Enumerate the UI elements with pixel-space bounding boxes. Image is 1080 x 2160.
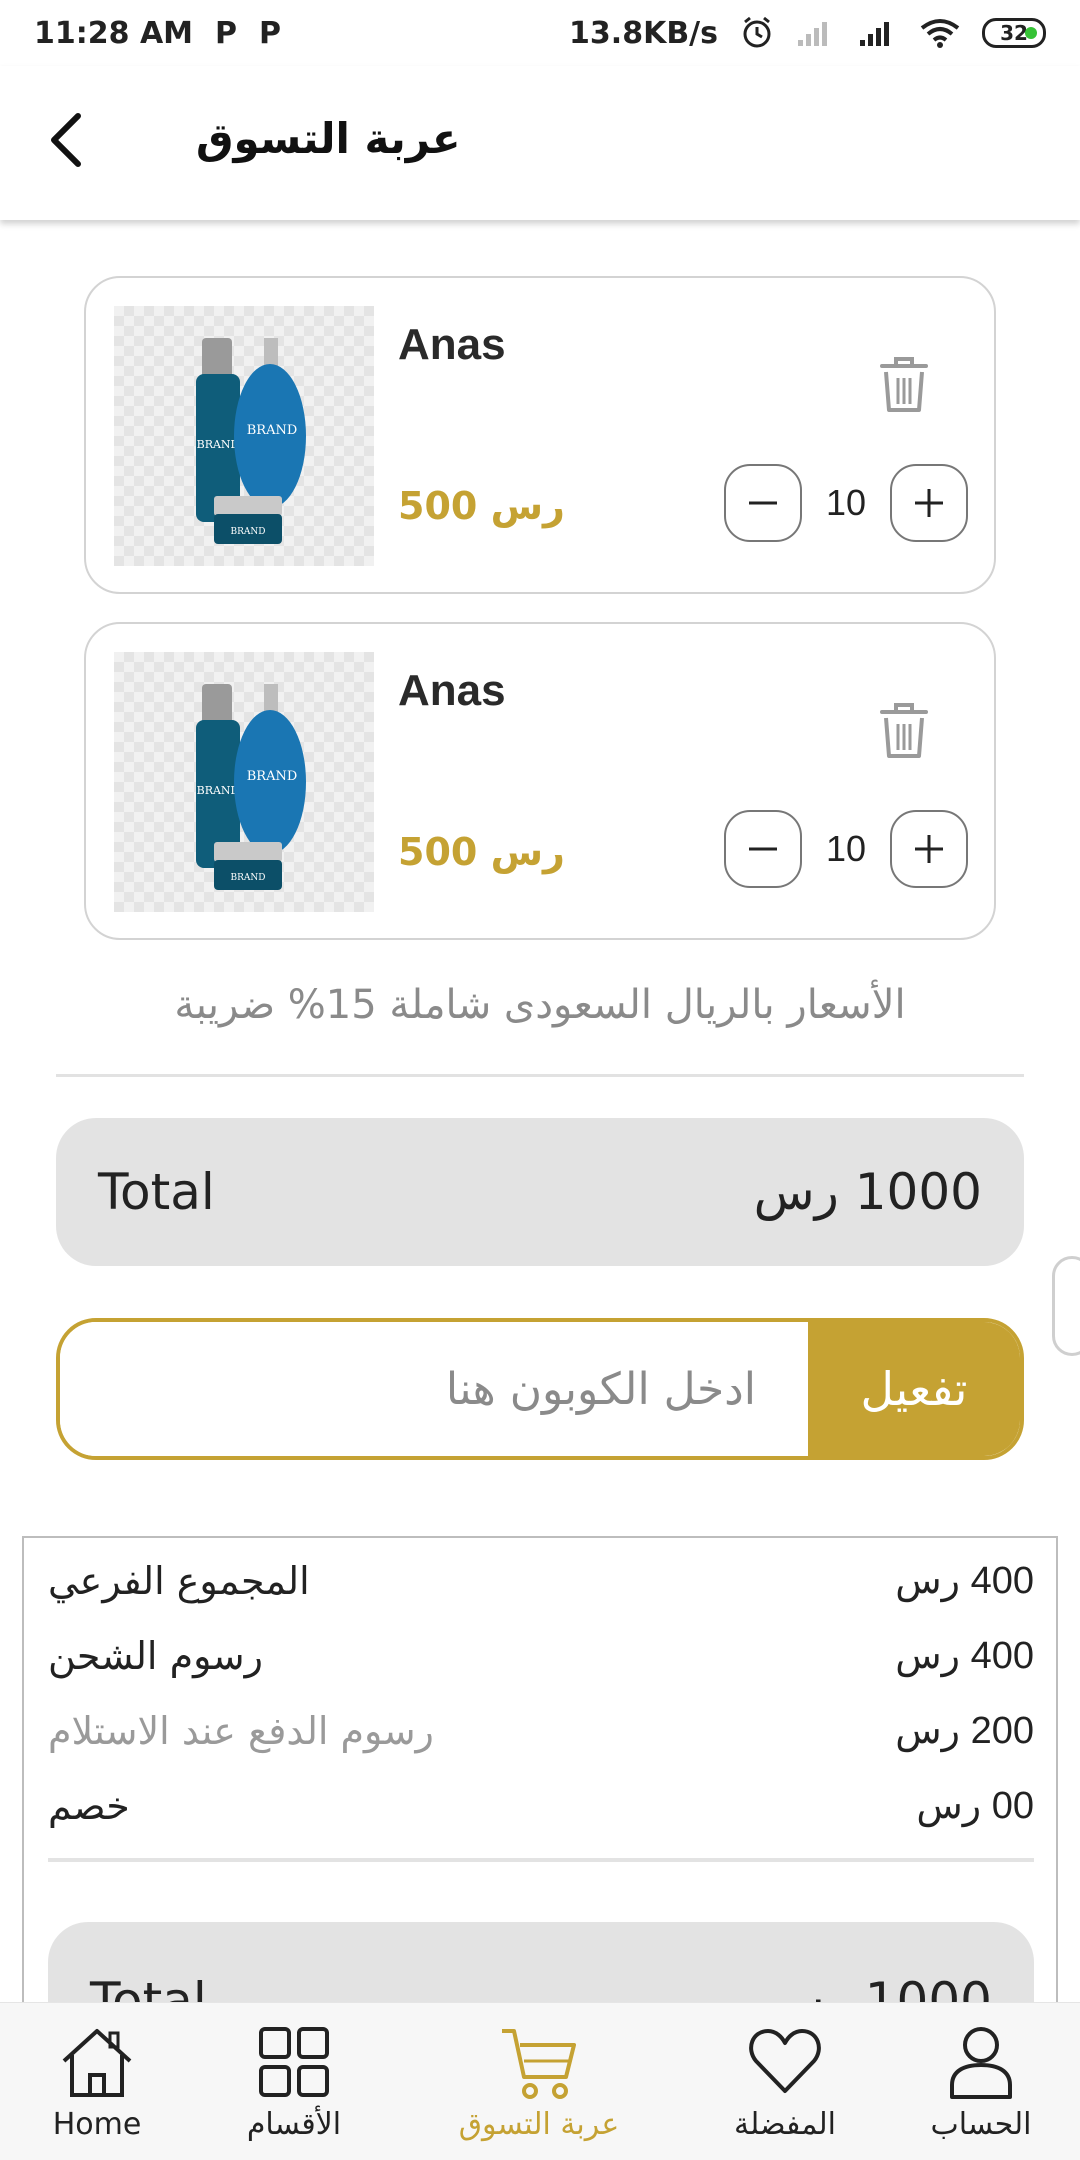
svg-text:BRAND: BRAND: [231, 873, 266, 883]
quantity-stepper: 10: [724, 810, 968, 888]
summary-row-subtotal: المجموع الفرعي 400 رس: [48, 1558, 1034, 1603]
nav-label: الحساب: [930, 2107, 1032, 2142]
summary-row-discount: خصم 00 رس: [48, 1783, 1034, 1828]
cart-item-card: BRAND BRAND BRAND Anas 500 رس 10: [84, 276, 996, 594]
quantity-stepper: 10: [724, 464, 968, 542]
svg-text:BRAND: BRAND: [197, 784, 240, 797]
status-left: 11:28 AM P P: [34, 16, 281, 51]
summary-value: 400 رس: [895, 1635, 1034, 1677]
signal-off-icon: [796, 18, 836, 48]
status-bar: 11:28 AM P P 13.8KB/s 32: [0, 0, 1080, 66]
back-button[interactable]: [36, 110, 96, 170]
alarm-icon: [740, 16, 774, 50]
svg-text:BRAND: BRAND: [231, 527, 266, 537]
scroll-handle[interactable]: [1052, 1256, 1080, 1356]
notification-p-icon: P: [259, 15, 282, 51]
nav-label: عربة التسوق: [458, 2107, 620, 2142]
decrease-button[interactable]: [724, 810, 802, 888]
nav-label: المفضلة: [733, 2107, 837, 2142]
svg-text:BRAND: BRAND: [197, 438, 240, 451]
nav-item-account[interactable]: الحساب: [886, 2021, 1076, 2151]
summary-label: المجموع الفرعي: [48, 1558, 310, 1603]
tax-note: الأسعار بالريال السعودى شاملة 15% ضريبة: [174, 982, 906, 1028]
plus-icon: [915, 489, 943, 517]
bottom-nav: Home الأقسام عربة التسوق المفضلة الحساب: [0, 2002, 1080, 2160]
nav-label: Home: [52, 2107, 142, 2142]
cart-total: Total 1000 رس: [56, 1118, 1024, 1266]
status-right: 13.8KB/s 32: [569, 16, 1046, 51]
svg-text:BRAND: BRAND: [247, 769, 298, 784]
trash-icon: [880, 703, 928, 758]
user-icon: [950, 2027, 1012, 2099]
delete-button[interactable]: [876, 352, 932, 416]
summary-label: رسوم الشحن: [48, 1633, 263, 1678]
plus-icon: [915, 835, 943, 863]
product-price: 500 رس: [398, 830, 565, 874]
divider: [56, 1074, 1024, 1077]
signal-icon: [858, 18, 898, 48]
grid-icon: [259, 2027, 329, 2097]
cart-item-card: BRAND BRAND BRAND Anas 500 رس 10: [84, 622, 996, 940]
decrease-button[interactable]: [724, 464, 802, 542]
status-time: 11:28 AM: [34, 15, 194, 51]
quantity-value: 10: [825, 482, 867, 523]
increase-button[interactable]: [890, 464, 968, 542]
product-image[interactable]: BRAND BRAND BRAND: [114, 652, 374, 912]
heart-icon: [749, 2029, 821, 2093]
trash-icon: [880, 357, 928, 412]
battery-icon: 32: [982, 18, 1046, 48]
summary-row-shipping: رسوم الشحن 400 رس: [48, 1633, 1034, 1678]
cosmetics-bottles-icon: BRAND BRAND BRAND: [196, 684, 306, 890]
quantity-value: 10: [825, 828, 867, 869]
summary-value: 400 رس: [895, 1560, 1034, 1602]
nav-item-favorites[interactable]: المفضلة: [690, 2021, 880, 2151]
home-icon: [62, 2029, 132, 2097]
summary-value: 00 رس: [916, 1785, 1034, 1827]
nav-item-categories[interactable]: الأقسام: [199, 2021, 389, 2151]
nav-label: الأقسام: [246, 2107, 342, 2142]
cart-icon: [502, 2029, 576, 2099]
minus-icon: [749, 501, 777, 505]
product-name[interactable]: Anas: [398, 320, 506, 370]
increase-button[interactable]: [890, 810, 968, 888]
wifi-icon: [920, 18, 960, 48]
svg-text:BRAND: BRAND: [247, 423, 298, 438]
network-speed: 13.8KB/s: [569, 15, 718, 51]
apply-coupon-button[interactable]: تفعيل: [808, 1322, 1020, 1456]
product-image[interactable]: BRAND BRAND BRAND: [114, 306, 374, 566]
page-title: عربة التسوق: [196, 114, 461, 163]
chevron-left-icon: [51, 113, 81, 167]
total-label: Total: [98, 1163, 215, 1221]
summary-value: 200 رس: [895, 1710, 1034, 1752]
coupon-input[interactable]: [60, 1322, 808, 1456]
cosmetics-bottles-icon: BRAND BRAND BRAND: [196, 338, 306, 544]
notification-p-icon: P: [215, 15, 238, 51]
order-summary: المجموع الفرعي 400 رس رسوم الشحن 400 رس …: [22, 1536, 1058, 2036]
product-name[interactable]: Anas: [398, 666, 506, 716]
delete-button[interactable]: [876, 698, 932, 762]
nav-item-cart[interactable]: عربة التسوق: [444, 2021, 634, 2151]
product-price: 500 رس: [398, 484, 565, 528]
nav-item-home[interactable]: Home: [2, 2021, 192, 2151]
total-value: 1000 رس: [753, 1163, 982, 1221]
coupon-field: تفعيل: [56, 1318, 1024, 1460]
summary-label: خصم: [48, 1783, 130, 1828]
divider: [48, 1858, 1034, 1862]
app-bar: عربة التسوق: [0, 66, 1080, 220]
summary-label: رسوم الدفع عند الاستلام: [48, 1708, 434, 1753]
minus-icon: [749, 847, 777, 851]
summary-row-cod-fee: رسوم الدفع عند الاستلام 200 رس: [48, 1708, 1034, 1753]
